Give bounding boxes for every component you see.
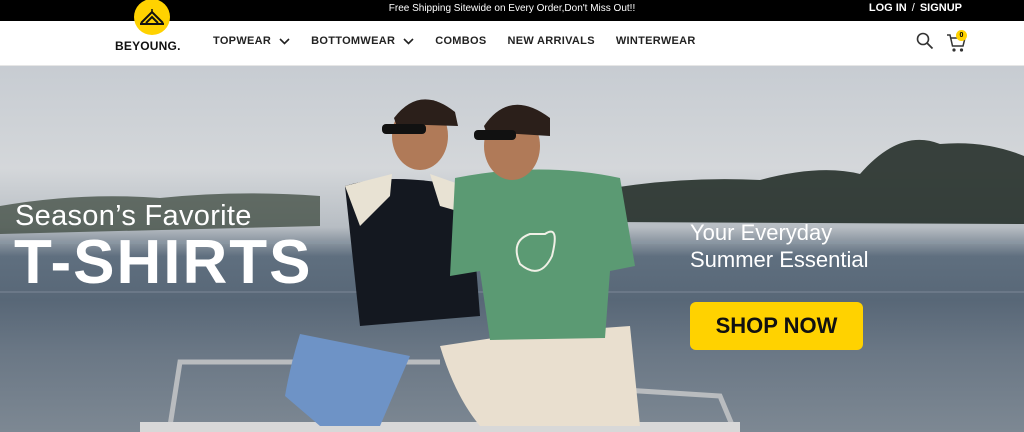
auth-separator: / <box>911 2 915 14</box>
nav-item-topwear[interactable]: TOPWEAR <box>213 35 290 47</box>
login-link[interactable]: LOG IN <box>869 2 907 14</box>
hero-tagline-line-1: Your Everyday <box>690 220 833 245</box>
hero-banner[interactable]: Season’s Favorite T-SHIRTS Your Everyday… <box>0 66 1024 432</box>
nav-item-combos[interactable]: COMBOS <box>435 35 486 47</box>
nav-item-label: WINTERWEAR <box>615 35 696 47</box>
auth-links: LOG IN / SIGNUP <box>869 2 962 14</box>
nav-item-label: BOTTOMWEAR <box>311 35 396 47</box>
nav-item-label: NEW ARRIVALS <box>507 35 595 47</box>
brand-logo[interactable]: BEYOUNG. <box>115 0 189 65</box>
site-header: BEYOUNG. TOPWEAR BOTTOMWEAR COMBOS NEW A… <box>0 0 1024 66</box>
cart-count-badge: 0 <box>956 30 967 41</box>
logo-badge-icon <box>134 0 170 35</box>
nav-item-label: COMBOS <box>435 35 487 47</box>
chevron-down-icon <box>279 37 290 45</box>
chevron-down-icon <box>403 37 414 45</box>
shop-now-button[interactable]: SHOP NOW <box>690 302 863 350</box>
nav-item-bottomwear[interactable]: BOTTOMWEAR <box>311 35 414 47</box>
nav-item-new-arrivals[interactable]: NEW ARRIVALS <box>508 35 595 47</box>
brand-name: BEYOUNG. <box>115 39 181 53</box>
search-icon[interactable] <box>916 32 934 50</box>
main-nav: TOPWEAR BOTTOMWEAR COMBOS NEW ARRIVALS W… <box>213 35 717 47</box>
nav-item-winterwear[interactable]: WINTERWEAR <box>616 35 696 47</box>
hero-tagline-line-2: Summer Essential <box>690 247 869 272</box>
nav-item-label: TOPWEAR <box>213 35 272 47</box>
hero-title-line-2: T-SHIRTS <box>14 228 313 297</box>
signup-link[interactable]: SIGNUP <box>920 2 962 14</box>
